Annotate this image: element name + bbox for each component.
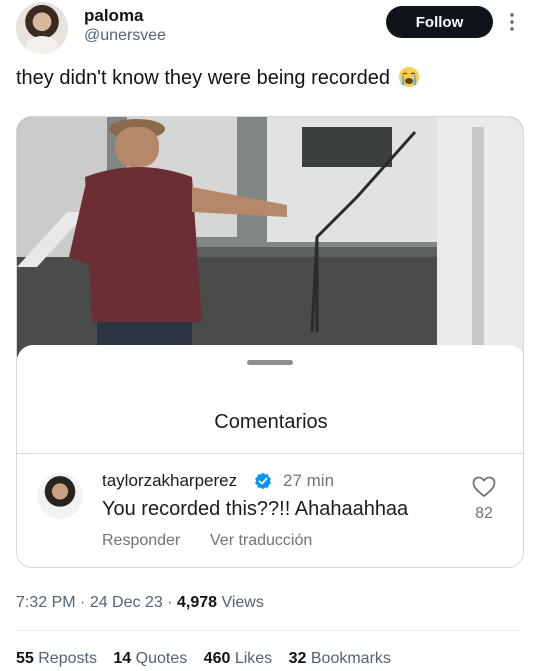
tweet-header: paloma @unersvee Follow <box>16 0 524 56</box>
author-avatar[interactable] <box>16 2 68 54</box>
video-thumbnail[interactable] <box>17 117 524 357</box>
tweet-time[interactable]: 7:32 PM <box>16 594 76 611</box>
follow-button[interactable]: Follow <box>386 6 493 38</box>
likes-stat[interactable]: 460 Likes <box>204 650 273 667</box>
comment-like-count: 82 <box>475 505 493 522</box>
reply-button[interactable]: Responder <box>102 532 180 550</box>
engagement-stats: 55 Reposts 14 Quotes 460 Likes 32 Bookma… <box>16 650 403 668</box>
see-translation-button[interactable]: Ver traducción <box>210 532 312 550</box>
bookmarks-stat[interactable]: 32 Bookmarks <box>289 650 391 667</box>
comment-text: You recorded this??!! Ahahaahhaa <box>102 498 409 520</box>
tweet-body: they didn't know they were being recorde… <box>16 67 391 89</box>
meta-separator: · <box>162 594 177 611</box>
meta-separator: · <box>75 594 90 611</box>
commenter-avatar[interactable] <box>37 473 83 519</box>
comments-sheet: Comentarios taylorzakharperez 27 min You… <box>17 345 523 567</box>
reposts-count: 55 <box>16 650 34 667</box>
reposts-label: Reposts <box>33 650 97 667</box>
tweet-date[interactable]: 24 Dec 23 <box>90 594 163 611</box>
comments-title: Comentarios <box>214 411 328 433</box>
quotes-label: Quotes <box>131 650 188 667</box>
tweet-text: they didn't know they were being recorde… <box>16 66 420 90</box>
author-handle[interactable]: @unersvee <box>84 27 166 45</box>
quotes-count: 14 <box>113 650 132 667</box>
comments-divider <box>17 453 523 454</box>
crying-face-emoji-icon <box>398 67 419 87</box>
author-name[interactable]: paloma <box>84 6 144 26</box>
verified-badge-icon <box>255 472 271 490</box>
stats-divider <box>16 630 524 631</box>
tweet-media[interactable]: Comentarios taylorzakharperez 27 min You… <box>16 116 524 568</box>
likes-label: Likes <box>230 650 273 667</box>
views-count: 4,978 <box>176 594 218 611</box>
reposts-stat[interactable]: 55 Reposts <box>16 650 97 667</box>
views-label: Views <box>217 594 264 611</box>
more-options-icon[interactable] <box>508 12 516 32</box>
comment-timestamp: 27 min <box>283 471 335 490</box>
tweet-meta: 7:32 PM · 24 Dec 23 · 4,978 Views <box>16 594 264 612</box>
bookmarks-label: Bookmarks <box>306 650 391 667</box>
sheet-drag-handle[interactable] <box>247 360 293 365</box>
bookmarks-count: 32 <box>288 650 307 667</box>
heart-icon[interactable] <box>472 476 496 498</box>
commenter-username[interactable]: taylorzakharperez <box>102 471 237 491</box>
quotes-stat[interactable]: 14 Quotes <box>113 650 187 667</box>
likes-count: 460 <box>203 650 231 667</box>
